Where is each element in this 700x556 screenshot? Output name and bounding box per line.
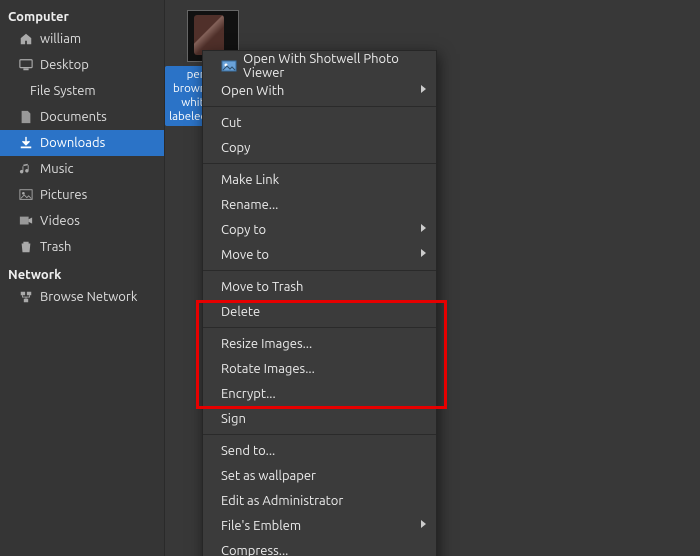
chevron-right-icon	[421, 224, 426, 232]
menu-separator	[203, 327, 436, 328]
menu-make-link[interactable]: Make Link	[203, 167, 436, 192]
menu-rename[interactable]: Rename...	[203, 192, 436, 217]
sidebar-item-label: william	[40, 32, 81, 46]
menu-move-to[interactable]: Move to	[203, 242, 436, 267]
home-icon	[18, 31, 34, 47]
sidebar-item-label: Downloads	[40, 136, 105, 150]
menu-edit-admin[interactable]: Edit as Administrator	[203, 488, 436, 513]
menu-item-label: Set as wallpaper	[221, 469, 316, 483]
download-icon	[18, 135, 34, 151]
menu-set-wallpaper[interactable]: Set as wallpaper	[203, 463, 436, 488]
sidebar-item-home[interactable]: william	[0, 26, 164, 52]
sidebar-item-label: Trash	[40, 240, 71, 254]
desktop-icon	[18, 57, 34, 73]
menu-item-label: Resize Images...	[221, 337, 312, 351]
video-icon	[18, 213, 34, 229]
chevron-right-icon	[421, 520, 426, 528]
sidebar-item-filesystem[interactable]: File System	[0, 78, 164, 104]
chevron-right-icon	[421, 249, 426, 257]
sidebar-item-pictures[interactable]: Pictures	[0, 182, 164, 208]
menu-compress[interactable]: Compress...	[203, 538, 436, 556]
menu-item-label: Rename...	[221, 198, 278, 212]
menu-open-with-shotwell[interactable]: Open With Shotwell Photo Viewer	[203, 53, 436, 78]
menu-sign[interactable]: Sign	[203, 406, 436, 431]
pictures-icon	[18, 187, 34, 203]
menu-item-label: Encrypt...	[221, 387, 276, 401]
menu-item-label: Compress...	[221, 544, 288, 556]
sidebar-section-network: Network	[0, 264, 164, 284]
sidebar-item-browse-network[interactable]: Browse Network	[0, 284, 164, 310]
menu-item-label: Move to	[221, 248, 269, 262]
sidebar-item-trash[interactable]: Trash	[0, 234, 164, 260]
menu-item-label: Copy to	[221, 223, 266, 237]
sidebar-item-label: Documents	[40, 110, 107, 124]
sidebar-item-label: Music	[40, 162, 74, 176]
music-icon	[18, 161, 34, 177]
menu-item-label: Send to...	[221, 444, 275, 458]
menu-resize-images[interactable]: Resize Images...	[203, 331, 436, 356]
shotwell-icon	[221, 58, 237, 74]
menu-separator	[203, 270, 436, 271]
menu-move-to-trash[interactable]: Move to Trash	[203, 274, 436, 299]
network-icon	[18, 289, 34, 305]
menu-item-label: Cut	[221, 116, 241, 130]
document-icon	[18, 109, 34, 125]
sidebar-item-label: File System	[30, 84, 96, 98]
sidebar-item-videos[interactable]: Videos	[0, 208, 164, 234]
sidebar: Computer william Desktop File System Doc…	[0, 0, 165, 556]
menu-send-to[interactable]: Send to...	[203, 438, 436, 463]
menu-item-label: Make Link	[221, 173, 279, 187]
menu-copy-to[interactable]: Copy to	[203, 217, 436, 242]
context-menu: Open With Shotwell Photo Viewer Open Wit…	[202, 50, 437, 556]
sidebar-item-label: Pictures	[40, 188, 87, 202]
menu-separator	[203, 106, 436, 107]
menu-files-emblem[interactable]: File's Emblem	[203, 513, 436, 538]
menu-item-label: Open With Shotwell Photo Viewer	[243, 52, 422, 80]
menu-cut[interactable]: Cut	[203, 110, 436, 135]
sidebar-item-documents[interactable]: Documents	[0, 104, 164, 130]
menu-item-label: File's Emblem	[221, 519, 301, 533]
menu-item-label: Copy	[221, 141, 250, 155]
sidebar-item-desktop[interactable]: Desktop	[0, 52, 164, 78]
sidebar-item-label: Browse Network	[40, 290, 137, 304]
chevron-right-icon	[421, 85, 426, 93]
menu-item-label: Rotate Images...	[221, 362, 315, 376]
menu-item-label: Sign	[221, 412, 246, 426]
menu-copy[interactable]: Copy	[203, 135, 436, 160]
menu-rotate-images[interactable]: Rotate Images...	[203, 356, 436, 381]
sidebar-item-label: Desktop	[40, 58, 89, 72]
menu-item-label: Move to Trash	[221, 280, 303, 294]
sidebar-item-downloads[interactable]: Downloads	[0, 130, 164, 156]
menu-delete[interactable]: Delete	[203, 299, 436, 324]
trash-icon	[18, 239, 34, 255]
menu-separator	[203, 163, 436, 164]
menu-open-with[interactable]: Open With	[203, 78, 436, 103]
menu-item-label: Open With	[221, 84, 284, 98]
sidebar-item-label: Videos	[40, 214, 80, 228]
sidebar-section-computer: Computer	[0, 6, 164, 26]
menu-separator	[203, 434, 436, 435]
menu-encrypt[interactable]: Encrypt...	[203, 381, 436, 406]
menu-item-label: Edit as Administrator	[221, 494, 343, 508]
menu-item-label: Delete	[221, 305, 260, 319]
sidebar-item-music[interactable]: Music	[0, 156, 164, 182]
